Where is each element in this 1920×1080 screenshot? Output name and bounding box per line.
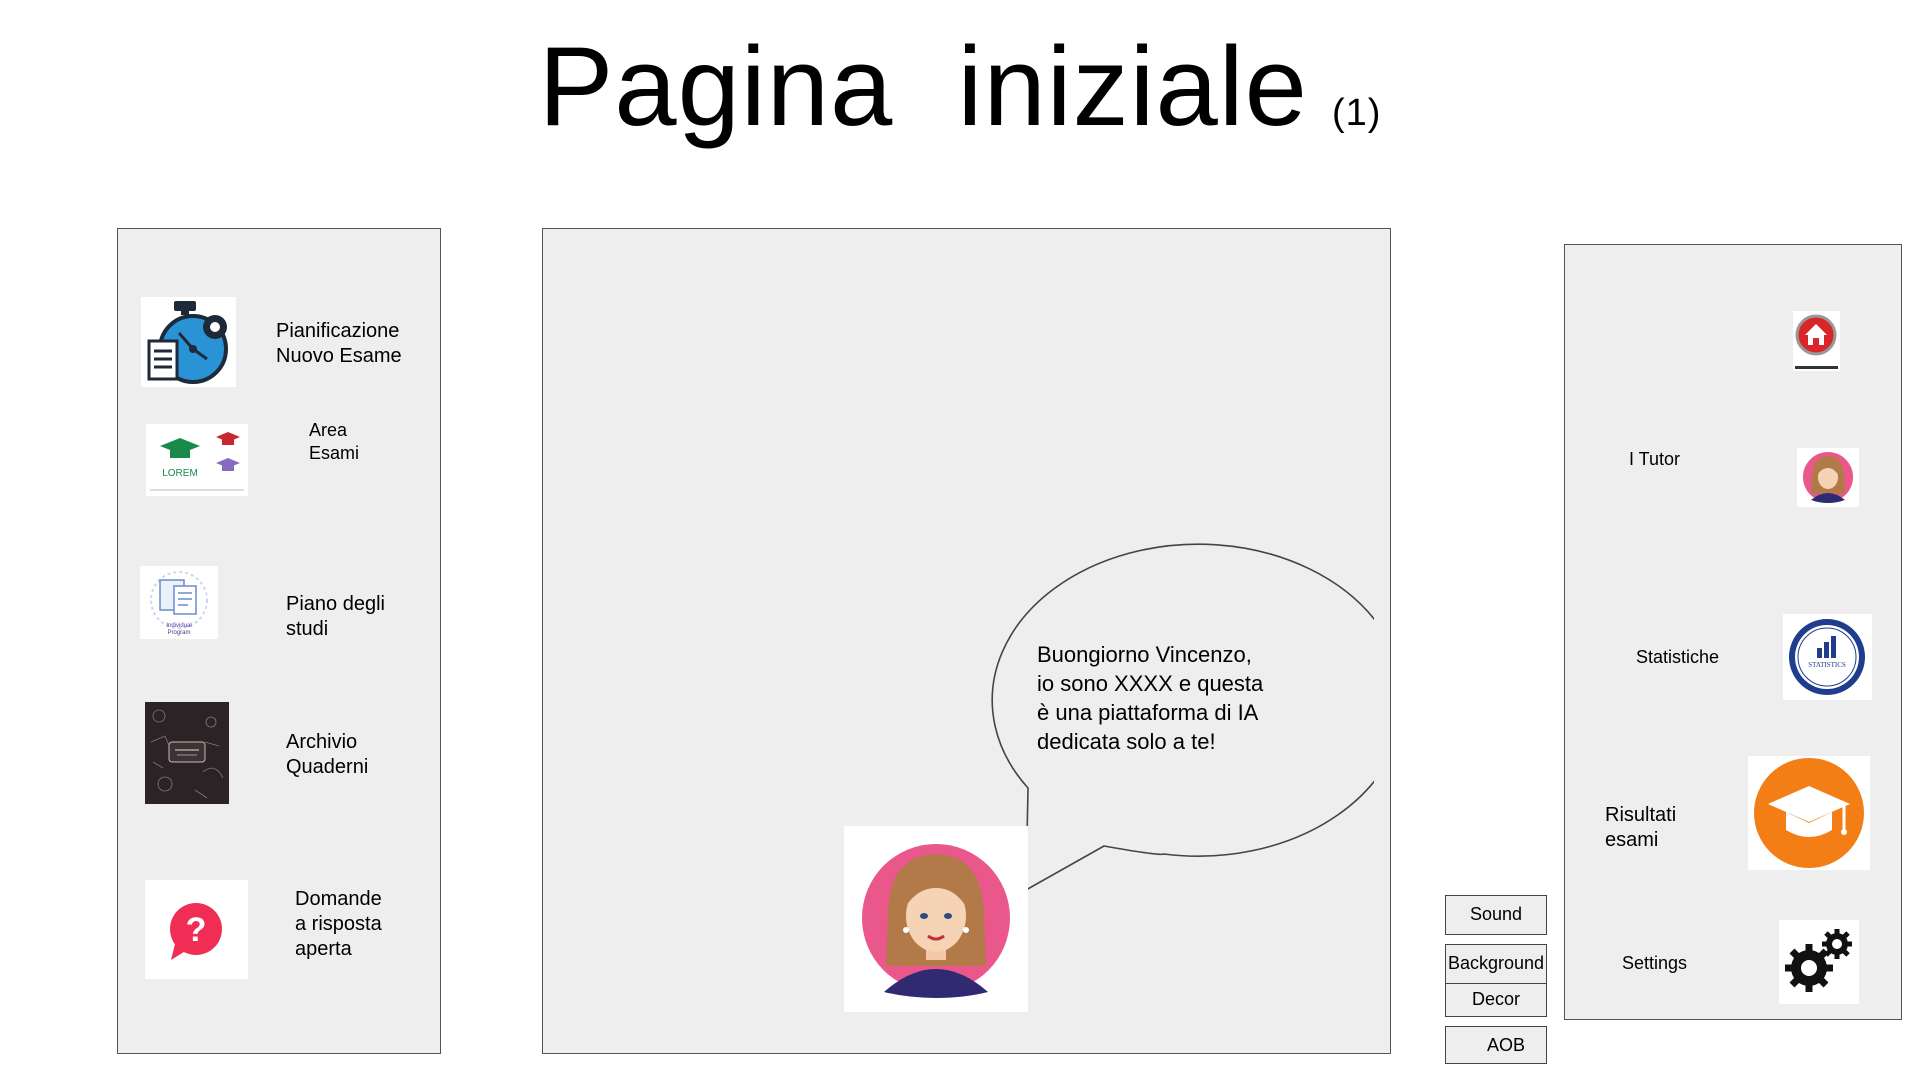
tutor-avatar-icon[interactable]: [1797, 448, 1859, 507]
menu-label-archivio[interactable]: Archivio Quaderni: [286, 730, 426, 780]
decor-button[interactable]: Decor: [1445, 983, 1547, 1017]
stats-text: STATISTICS: [1808, 661, 1846, 669]
menu-label-statistiche[interactable]: Statistiche: [1636, 646, 1776, 668]
svg-text:Individual: Individual: [166, 623, 191, 629]
menu-label-domande[interactable]: Domande a risposta aperta: [295, 887, 435, 962]
menu-label-settings[interactable]: Settings: [1622, 952, 1742, 974]
menu-label-piano-studi[interactable]: Piano degli studi: [286, 592, 426, 642]
svg-text:Program: Program: [167, 630, 190, 636]
statistics-icon[interactable]: STATISTICS: [1783, 614, 1872, 700]
menu-label-area-esami[interactable]: Area Esami: [309, 419, 409, 465]
logo-text: LOREM: [162, 468, 198, 479]
individual-program-icon[interactable]: Individual Program: [140, 566, 218, 639]
gears-icon[interactable]: [1779, 920, 1859, 1004]
graduation-caps-logo[interactable]: LOREM: [146, 424, 248, 496]
graduation-cap-icon[interactable]: [1748, 756, 1870, 870]
page-title: Pagina iniziale (1): [0, 22, 1920, 178]
menu-label-pianificazione[interactable]: Pianificazione Nuovo Esame: [276, 319, 436, 369]
aob-button[interactable]: AOB: [1445, 1026, 1547, 1064]
sound-button[interactable]: Sound: [1445, 895, 1547, 935]
notebook-cover-icon[interactable]: [145, 702, 229, 804]
menu-label-tutor[interactable]: I Tutor: [1629, 448, 1749, 470]
exam-planning-icon[interactable]: [141, 297, 236, 387]
svg-text:?: ?: [186, 911, 207, 949]
page-title-suffix: (1): [1331, 92, 1382, 134]
woman-avatar: [844, 826, 1028, 1012]
page-title-text: Pagina iniziale: [538, 24, 1308, 149]
question-bubble-icon[interactable]: ?: [145, 880, 248, 979]
background-button[interactable]: Background: [1445, 944, 1547, 984]
home-icon[interactable]: [1793, 311, 1840, 371]
assistant-message: Buongiorno Vincenzo, io sono XXXX e ques…: [1037, 642, 1264, 754]
menu-label-risultati[interactable]: Risultati esami: [1605, 803, 1725, 853]
